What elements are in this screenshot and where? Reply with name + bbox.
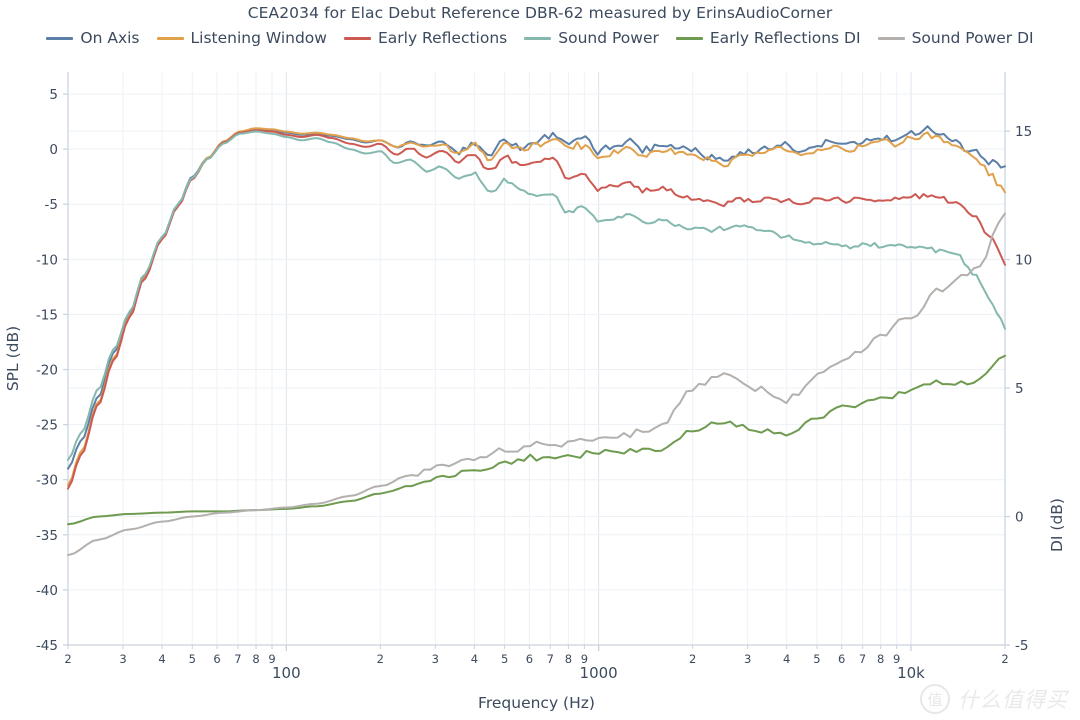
tick-label-x-minor: 8	[565, 652, 572, 666]
tick-label-x-minor: 5	[813, 652, 820, 666]
tick-label-x-minor: 8	[252, 652, 259, 666]
tick-label-y2: 10	[1015, 253, 1032, 269]
y-axis-title: SPL (dB)	[4, 326, 22, 391]
tick-label-x-minor: 7	[859, 652, 866, 666]
chart-figure: CEA2034 for Elac Debut Reference DBR-62 …	[0, 0, 1080, 720]
tick-label-y: -45	[36, 638, 58, 654]
tick-label-x-major: 10k	[897, 664, 925, 682]
y2-axis-title: DI (dB)	[1048, 498, 1066, 552]
tick-label-x-minor: 2	[689, 652, 696, 666]
tick-label-y: -15	[36, 307, 58, 323]
tick-label-x-minor: 5	[501, 652, 508, 666]
tick-label-x-minor: 2	[64, 652, 71, 666]
tick-label-x-major: 100	[272, 664, 301, 682]
tick-label-x-minor: 6	[838, 652, 845, 666]
tick-label-x-minor: 2	[1001, 652, 1008, 666]
tick-label-x-minor: 6	[526, 652, 533, 666]
tick-label-y: -35	[36, 528, 58, 544]
tick-label-x-minor: 4	[783, 652, 790, 666]
tick-label-y: 0	[49, 142, 58, 158]
watermark-logo-icon: 值	[920, 684, 950, 714]
tick-label-x-minor: 3	[432, 652, 439, 666]
tick-label-x-minor: 2	[377, 652, 384, 666]
watermark: 值 什么值得买	[920, 684, 1068, 714]
tick-label-y2: -5	[1015, 638, 1028, 654]
x-axis-title: Frequency (Hz)	[478, 694, 595, 712]
tick-label-x-minor: 6	[213, 652, 220, 666]
tick-label-y: -30	[36, 473, 58, 489]
tick-label-x-minor: 7	[547, 652, 554, 666]
tick-label-x-minor: 3	[119, 652, 126, 666]
tick-label-y2: 0	[1015, 510, 1024, 526]
chart-plot-area: 5 0 -5 -10 -15 -20 -25 -30 -35 -40 -45 15 10 5 0 -5 2 3 4 5…	[4, 72, 1066, 712]
watermark-text: 什么值得买	[958, 688, 1068, 712]
tick-label-x-minor: 4	[158, 652, 165, 666]
tick-label-y: -25	[36, 418, 58, 434]
tick-label-y2: 5	[1015, 381, 1024, 397]
tick-label-y2: 15	[1015, 124, 1032, 140]
tick-label-x-minor: 8	[877, 652, 884, 666]
tick-label-x-minor: 3	[744, 652, 751, 666]
tick-label-y: -10	[36, 252, 58, 268]
tick-label-y: -40	[36, 583, 58, 599]
tick-label-x-minor: 4	[471, 652, 478, 666]
tick-label-x-minor: 5	[189, 652, 196, 666]
tick-label-y: 5	[49, 87, 58, 103]
tick-label-y: -20	[36, 363, 58, 379]
tick-label-y: -5	[45, 197, 58, 213]
tick-label-x-minor: 7	[234, 652, 241, 666]
tick-label-x-major: 1000	[580, 664, 618, 682]
